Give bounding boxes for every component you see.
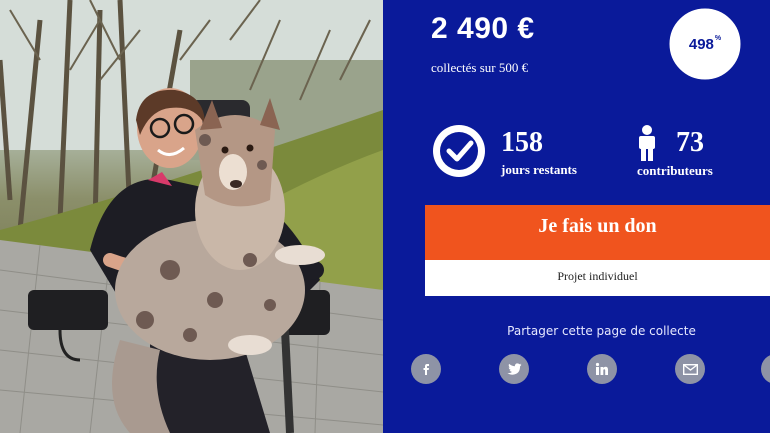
project-type-label: Projet individuel: [425, 260, 770, 296]
share-linkedin-button[interactable]: [587, 354, 617, 384]
person-icon: [639, 125, 655, 161]
percent-badge: 498%: [668, 7, 742, 81]
collected-text: collectés sur 500 €: [431, 60, 529, 75]
amount-raised: 2 490 €: [431, 12, 535, 45]
campaign-photo: [0, 0, 383, 433]
days-left-count: 158: [501, 127, 543, 158]
percent-sign: %: [714, 34, 722, 42]
share-twitter-button[interactable]: [499, 354, 529, 384]
twitter-icon: [507, 362, 521, 375]
share-more-button[interactable]: [761, 354, 770, 384]
share-facebook-button[interactable]: [411, 354, 441, 384]
contributors-count: 73: [676, 127, 704, 158]
campaign-panel: 2 490 € collectés sur 500 € 498% 158 jou…: [383, 0, 770, 433]
contributors-label: contributeurs: [637, 163, 713, 178]
email-icon: [682, 363, 698, 375]
days-left-label: jours restants: [501, 162, 577, 177]
photo-illustration: [0, 0, 383, 433]
linkedin-icon: [595, 362, 608, 375]
facebook-icon: [423, 364, 429, 375]
donate-button[interactable]: Je fais un don: [425, 205, 770, 260]
share-label: Partager cette page de collecte: [507, 324, 696, 338]
share-email-button[interactable]: [675, 354, 705, 384]
percent-value: 498: [688, 35, 714, 53]
clock-check-icon: [433, 125, 485, 177]
